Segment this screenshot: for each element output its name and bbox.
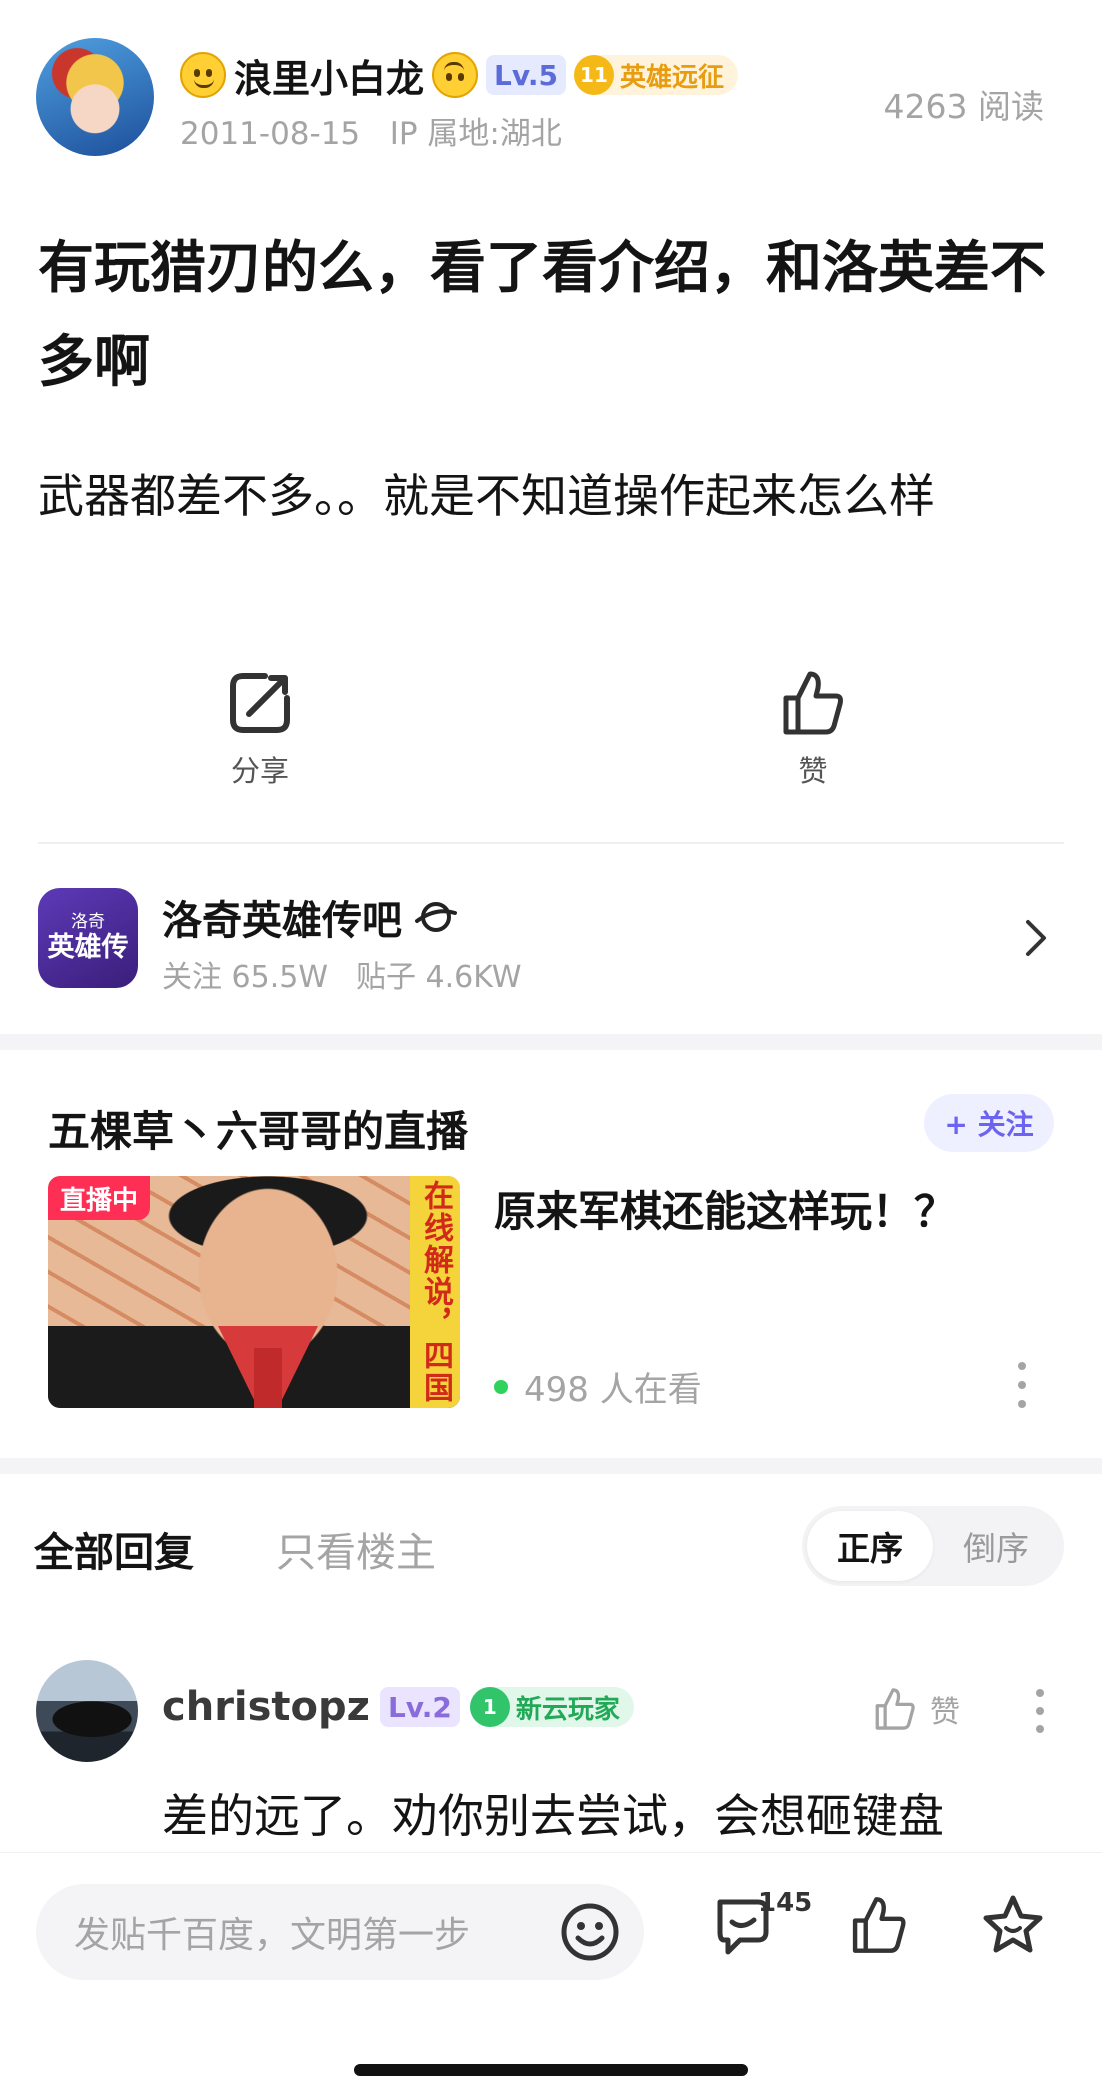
post-body: 武器都差不多。。就是不知道操作起来怎么样 [38,469,935,523]
author-row: 浪里小白龙 Lv.5 11 英雄远征 [180,44,738,106]
like-post-button[interactable]: 赞 [780,668,846,790]
sort-ascending-button[interactable]: 正序 [807,1511,933,1581]
section-divider [0,1458,1102,1474]
reply-avatar[interactable] [36,1660,138,1762]
reply-text: 差的远了。劝你别去尝试，会想砸键盘 [162,1789,944,1843]
forum-name[interactable]: 洛奇英雄传吧 [162,888,402,946]
follow-streamer-button[interactable]: + 关注 [924,1094,1054,1152]
viewer-count: 498 人在看 [524,1370,702,1410]
forum-logo[interactable]: 洛奇 英雄传 [38,888,138,988]
sort-descending-button[interactable]: 倒序 [933,1511,1059,1581]
star-icon[interactable] [980,1892,1046,1958]
share-button[interactable]: 分享 [225,668,295,790]
forum-name-row[interactable]: 洛奇英雄传吧 [162,888,458,946]
share-icon [230,673,290,733]
reply-username[interactable]: christopz [162,1684,370,1730]
post-title: 有玩猎刃的么，看了看介绍，和洛英差不多啊 [38,236,1046,395]
forum-stats: 关注 65.5W 贴子 4.6KW [162,952,522,996]
post-date: 2011-08-15 [180,116,361,152]
forum-posts: 贴子 4.6KW [356,960,522,995]
tab-all-replies[interactable]: 全部回复 [34,1520,194,1578]
author-title-badge[interactable]: 11 英雄远征 [573,55,738,95]
reply-badge-number: 1 [469,1687,510,1727]
comment-count: 145 [758,1888,813,1918]
live-viewers: 498 人在看 [494,1362,702,1411]
post-meta: 2011-08-15 IP 属地:湖北 [180,108,562,153]
live-headline[interactable]: 原来军棋还能这样玩！？ [494,1178,956,1239]
thumbnail-banner: 在线解说，四国 [410,1176,460,1408]
upside-down-emoji-icon [432,52,479,98]
forum-followers: 关注 65.5W [162,960,328,995]
sort-toggle: 正序 倒序 [802,1506,1064,1586]
ip-location: IP 属地:湖北 [389,116,562,152]
chevron-right-icon[interactable] [1024,918,1048,958]
reply-level-badge: Lv.2 [379,1687,460,1727]
divider [38,842,1064,844]
thumbs-up-icon[interactable] [848,1894,910,1956]
compose-placeholder: 发贴千百度，文明第一步 [74,1915,471,1956]
share-label: 分享 [230,754,289,788]
tab-op-only[interactable]: 只看楼主 [276,1520,436,1578]
reply-like-label: 赞 [930,1695,960,1730]
thumbnail-tie [254,1348,282,1408]
planet-icon [415,902,457,932]
reply-like-button[interactable]: 赞 [872,1686,960,1732]
author-name[interactable]: 浪里小白龙 [234,48,424,103]
badge-number: 11 [573,55,614,95]
live-indicator-dot [494,1379,508,1394]
live-thumbnail[interactable]: 在线解说，四国 直播中 [48,1176,460,1408]
more-vertical-icon[interactable] [1014,1360,1030,1410]
smile-emoji-icon [180,52,226,98]
thumbs-up-icon [783,671,843,735]
home-indicator[interactable] [354,2064,748,2076]
reply-title-badge[interactable]: 1 新云玩家 [469,1687,634,1727]
forum-logo-main-text: 英雄传 [47,932,129,963]
badge-label: 英雄远征 [619,62,724,93]
compose-input[interactable]: 发贴千百度，文明第一步 [36,1884,644,1980]
forum-logo-top-text: 洛奇 [71,912,105,932]
reply-badge-label: 新云玩家 [515,1694,620,1725]
author-level-badge: Lv.5 [486,55,566,95]
reply-header: christopz Lv.2 1 新云玩家 [162,1684,634,1730]
live-status-tag: 直播中 [48,1176,151,1220]
section-divider [0,1034,1102,1050]
live-streamer-title[interactable]: 五棵草丶六哥哥的直播 [48,1098,468,1159]
like-label: 赞 [798,754,828,788]
more-vertical-icon[interactable] [1032,1688,1048,1734]
author-avatar[interactable] [36,38,154,156]
read-count: 4263 阅读 [883,87,1044,126]
thumbs-up-icon [875,1688,915,1730]
emoji-icon[interactable] [560,1902,620,1962]
